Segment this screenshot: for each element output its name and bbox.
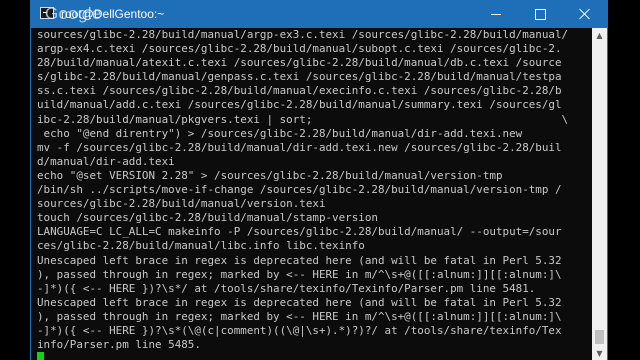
terminal-line: d/manual/dir-add.texi [37, 154, 175, 168]
title-bar[interactable]: Google root@DellGentoo:~ [31, 0, 607, 28]
terminal-line: ss.c.texi /sources/glibc-2.28/build/manu… [37, 84, 562, 98]
terminal-line: mv -f /sources/glibc-2.28/build/manual/d… [37, 140, 562, 154]
terminal-line: info/Parser.pm line 5485. [37, 338, 201, 352]
close-icon [579, 8, 591, 20]
terminal-line: ), passed through in regex; marked by <-… [37, 309, 562, 323]
terminal-line: touch /sources/glibc-2.28/build/manual/s… [37, 211, 378, 225]
terminal-line: echo "@end direntry") > /sources/glibc-2… [37, 126, 523, 140]
terminal-line: uild/manual/add.c.texi /sources/glibc-2.… [37, 98, 562, 112]
close-button[interactable] [563, 0, 607, 28]
scrollbar-thumb[interactable] [595, 330, 604, 344]
terminal-line: Unescaped left brace in regex is depreca… [37, 295, 562, 309]
text-cursor [37, 352, 44, 360]
terminal-line: /bin/sh ../scripts/move-if-change /sourc… [37, 183, 562, 197]
terminal-line: sources/glibc-2.28/build/manual/argp-ex3… [37, 28, 569, 41]
terminal-output[interactable]: sources/glibc-2.28/build/manual/argp-ex3… [37, 28, 587, 360]
terminal-line: ibc-2.28/build/manual/pkgvers.texi | sor… [37, 112, 569, 126]
terminal-window: Google root@DellGentoo:~ sources/glibc-2… [30, 0, 608, 360]
terminal-line: Unescaped left brace in regex is depreca… [37, 253, 562, 267]
terminal-line: sources/glibc-2.28/build/manual/version.… [37, 197, 326, 211]
terminal-line: ces/glibc-2.28/build/manual/libc.info li… [37, 239, 365, 253]
terminal-line: -]*)({ <-- HERE })?\s*/ at /tools/share/… [37, 281, 536, 295]
terminal-line: argp-ex4.c.texi /sources/glibc-2.28/buil… [37, 42, 562, 56]
scroll-down-arrow-icon[interactable]: ▼ [592, 346, 607, 360]
terminal-line: ), passed through in regex; marked by <-… [37, 267, 562, 281]
prompt-line [37, 352, 587, 360]
terminal-line: s/glibc-2.28/build/manual/genpass.c.texi… [37, 70, 562, 84]
maximize-icon [534, 8, 546, 20]
minimize-button[interactable] [474, 0, 518, 28]
maximize-button[interactable] [518, 0, 562, 28]
terminal-line: LANGUAGE=C LC_ALL=C makeinfo -P /sources… [37, 225, 562, 239]
terminal-line: echo "@set VERSION 2.28" > /sources/glib… [37, 168, 503, 182]
minimize-icon [491, 13, 501, 15]
vertical-scrollbar[interactable]: ▲ ▼ [592, 28, 607, 360]
terminal-line: -]*)({ <-- HERE })?\s*(\@(c|comment)((\@… [37, 323, 562, 337]
window-title: root@DellGentoo:~ [61, 7, 165, 21]
terminal-line: 28/build/manual/atexit.c.texi /sources/g… [37, 56, 562, 70]
scroll-up-arrow-icon[interactable]: ▲ [592, 28, 607, 42]
